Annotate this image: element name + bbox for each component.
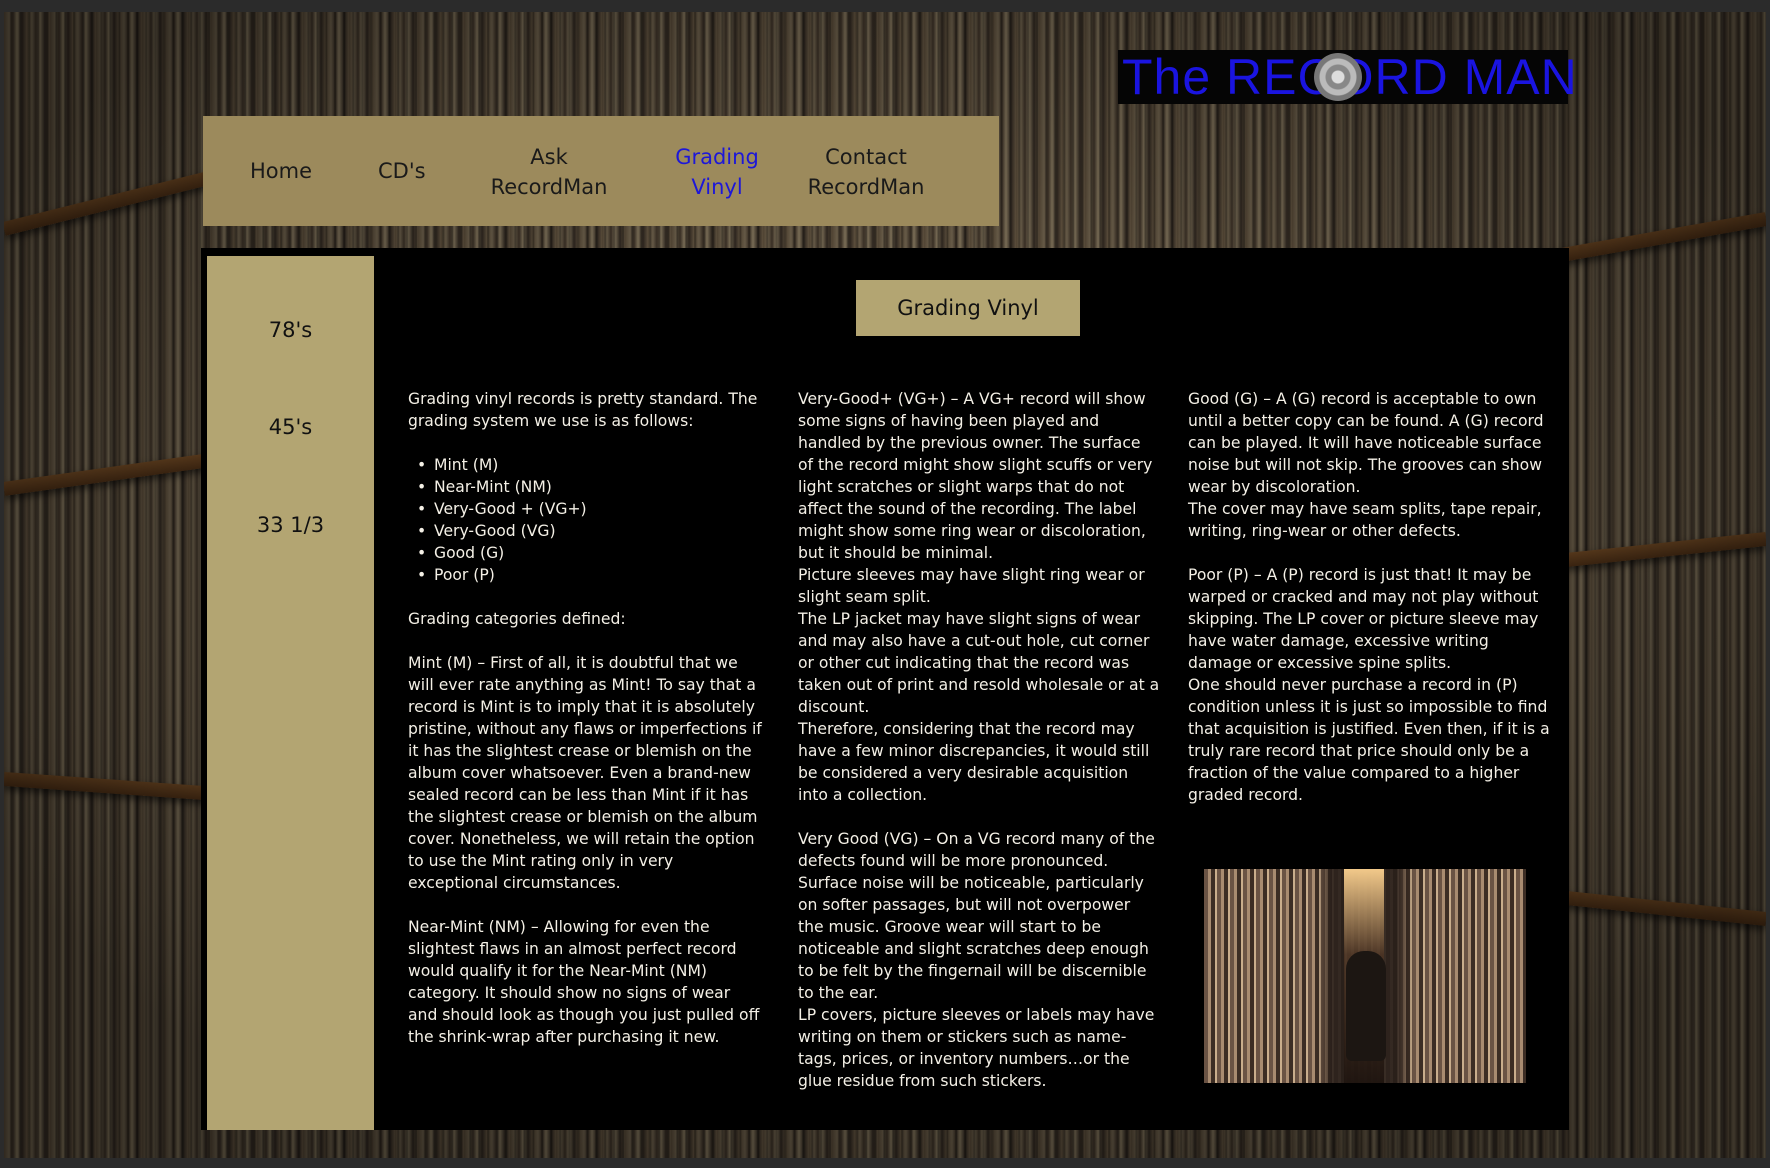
nav-home-label: Home <box>250 159 313 183</box>
content-column-2: Very-Good+ (VG+) – A VG+ record will sho… <box>798 388 1160 1114</box>
list-item: Poor (P) <box>417 564 764 586</box>
content-column-1: Grading vinyl records is pretty standard… <box>408 388 764 1070</box>
list-item: Mint (M) <box>417 454 764 476</box>
vg-covers-paragraph: LP covers, picture sleeves or labels may… <box>798 1006 1155 1090</box>
nav-ask-label-line1: Ask <box>530 145 568 169</box>
list-item: Very-Good (VG) <box>417 520 764 542</box>
vg-plus-jacket-paragraph: The LP jacket may have slight signs of w… <box>798 610 1160 716</box>
good-paragraph: Good (G) – A (G) record is acceptable to… <box>1188 390 1544 496</box>
vg-plus-sleeves-paragraph: Picture sleeves may have slight ring wea… <box>798 566 1145 606</box>
record-store-photo <box>1204 869 1526 1083</box>
near-mint-paragraph: Near-Mint (NM) – Allowing for even the s… <box>408 918 760 1046</box>
vg-plus-paragraph: Very-Good+ (VG+) – A VG+ record will sho… <box>798 390 1153 562</box>
nav-cds[interactable]: CD's <box>378 156 426 186</box>
intro-paragraph: Grading vinyl records is pretty standard… <box>408 390 758 430</box>
nav-contact-recordman[interactable]: Contact RecordMan <box>804 142 928 202</box>
photo-person-silhouette <box>1346 951 1386 1061</box>
vg-plus-therefore-paragraph: Therefore, considering that the record m… <box>798 720 1150 804</box>
sidebar: 78's 45's 33 1/3 <box>207 256 374 1130</box>
nav-ask-recordman[interactable]: Ask RecordMan <box>490 142 608 202</box>
vg-paragraph: Very Good (VG) – On a VG record many of … <box>798 830 1155 1002</box>
content-panel: 78's 45's 33 1/3 Grading Vinyl Grading v… <box>201 248 1569 1130</box>
nav-contact-label-line1: Contact <box>825 145 907 169</box>
good-cover-paragraph: The cover may have seam splits, tape rep… <box>1188 500 1542 540</box>
nav-ask-label-line2: RecordMan <box>490 175 608 199</box>
site-logo[interactable]: The RECORD MAN <box>1118 50 1577 104</box>
main-nav: Home CD's Ask RecordMan Grading Vinyl Co… <box>203 116 999 226</box>
list-item: Near-Mint (NM) <box>417 476 764 498</box>
list-item: Good (G) <box>417 542 764 564</box>
nav-home[interactable]: Home <box>250 156 312 186</box>
nav-grading-label-line2: Vinyl <box>691 175 743 199</box>
list-item: Very-Good + (VG+) <box>417 498 764 520</box>
content-column-3: Good (G) – A (G) record is acceptable to… <box>1188 388 1550 828</box>
poor-advice-paragraph: One should never purchase a record in (P… <box>1188 676 1550 804</box>
sidebar-item-45s[interactable]: 45's <box>207 415 374 439</box>
grade-list: Mint (M) Near-Mint (NM) Very-Good + (VG+… <box>408 454 764 586</box>
poor-paragraph: Poor (P) – A (P) record is just that! It… <box>1188 566 1539 672</box>
record-disc-icon <box>1314 53 1362 101</box>
sidebar-item-78s[interactable]: 78's <box>207 318 374 342</box>
nav-grading-label-line1: Grading <box>675 145 759 169</box>
nav-grading-vinyl[interactable]: Grading Vinyl <box>671 142 763 202</box>
page-title: Grading Vinyl <box>856 280 1080 336</box>
mint-paragraph: Mint (M) – First of all, it is doubtful … <box>408 654 762 892</box>
nav-cds-label: CD's <box>378 159 426 183</box>
page-title-text: Grading Vinyl <box>897 296 1039 320</box>
categories-heading: Grading categories defined: <box>408 610 626 628</box>
sidebar-item-33-1-3[interactable]: 33 1/3 <box>207 513 374 537</box>
nav-contact-label-line2: RecordMan <box>807 175 925 199</box>
